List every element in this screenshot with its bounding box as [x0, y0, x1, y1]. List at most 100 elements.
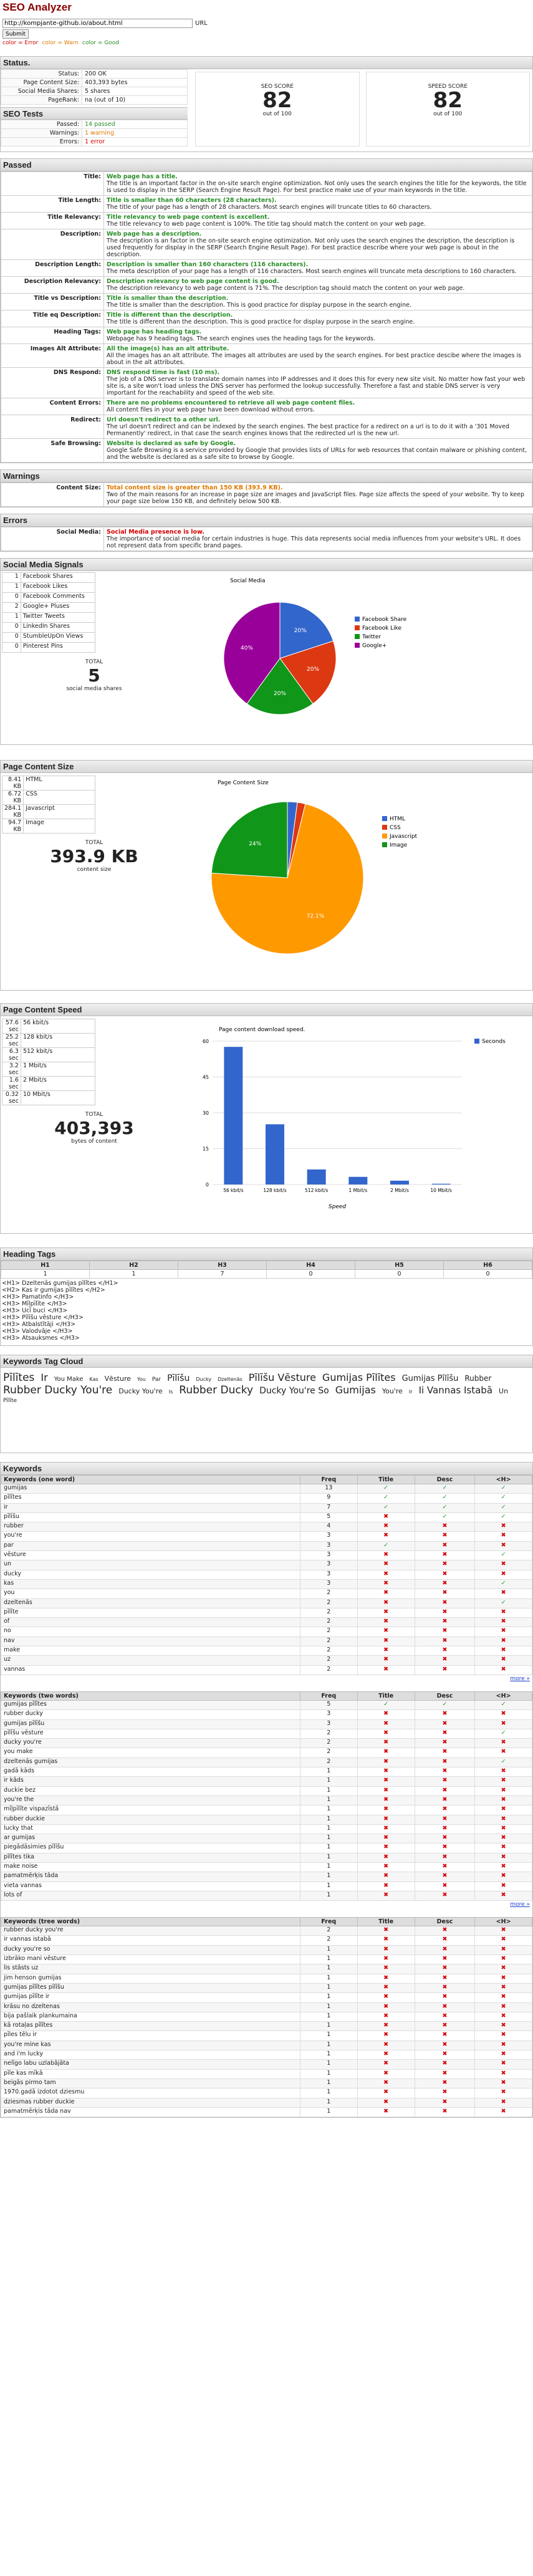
social-list-label: Google+ Pluses: [20, 602, 96, 613]
tag-cloud-word[interactable]: Pīlīte: [3, 1398, 17, 1405]
content_size-list-row: 8.41 KB HTML: [1, 776, 95, 791]
tag-cloud-word[interactable]: Gumijas Pīlīšu: [402, 1374, 459, 1384]
tag-cloud-word[interactable]: Gumijas Pīlītes: [322, 1372, 396, 1383]
cross-icon: ✖: [414, 1795, 476, 1806]
keywords-row: you're 3 ✖ ✖ ✖: [1, 1531, 532, 1542]
cross-icon: ✖: [414, 1944, 476, 1956]
legend-label: CSS: [390, 825, 401, 831]
tag-cloud-word[interactable]: Vēsture: [105, 1375, 131, 1383]
keyword-text: bija pašlaik plankumaina: [1, 2011, 300, 2022]
legend-swatch: [355, 634, 360, 639]
passed-detail: Description relevancy to web page conten…: [103, 276, 532, 294]
tag-cloud-word[interactable]: Is: [169, 1389, 173, 1395]
tag-cloud-word[interactable]: Ir: [41, 1372, 47, 1383]
tag-cloud-word[interactable]: Rubber: [464, 1374, 491, 1383]
keyword-text: dziesmas rubber duckie: [1, 2097, 300, 2108]
cross-icon: ✖: [414, 1531, 476, 1542]
heading-tag-col: H5: [355, 1261, 444, 1270]
tag-cloud-word[interactable]: Un: [499, 1387, 508, 1395]
keywords-row: lots of 1 ✖ ✖ ✖: [1, 1890, 532, 1901]
keywords-row: gadā kāds 1 ✖ ✖ ✖: [1, 1767, 532, 1777]
content-speed-section: Page Content Speed 57.6 sec 56 kbit/s 25.2…: [0, 1003, 533, 1234]
cross-icon: ✖: [474, 2050, 532, 2060]
passed-result-description: The title of your page has a length of 2…: [107, 204, 432, 211]
keywords-header-cell: Freq: [300, 1475, 358, 1484]
keywords-row: uz 2 ✖ ✖ ✖: [1, 1655, 532, 1666]
social-list-label: Facebook Comments: [20, 592, 96, 603]
keywords-heading: Keywords: [1, 1463, 532, 1475]
heading-tag-item: <H3> Ucī buci </H3>: [2, 1307, 68, 1314]
keyword-frequency: 1: [300, 2040, 358, 2051]
content_size-list-value: 94.7 KB: [1, 819, 24, 834]
tag-cloud-word[interactable]: Rubber Ducky: [179, 1384, 253, 1396]
tag-cloud-word[interactable]: Ir: [409, 1389, 413, 1395]
keyword-text: dzeltenās gumijas: [1, 1757, 300, 1768]
passed-key: Title vs Description:: [1, 293, 104, 310]
heading-tag-count: 1: [1, 1269, 90, 1279]
keywords-two-more-link[interactable]: more »: [1, 1901, 532, 1908]
tag-cloud-word[interactable]: You: [137, 1377, 146, 1383]
keyword-frequency: 1: [300, 1776, 358, 1787]
keywords-header-row: Keywords (tree words) Freq Title Desc <H>: [1, 1917, 532, 1927]
status-row: Page Content Size: 403,393 bytes: [1, 78, 188, 87]
tag-cloud-word[interactable]: You're: [382, 1387, 403, 1395]
tag-cloud-word[interactable]: Ii Vannas Istabā: [419, 1385, 492, 1396]
cross-icon: ✖: [474, 1627, 532, 1637]
keyword-text: make: [1, 1646, 300, 1656]
keyword-text: par: [1, 1540, 300, 1552]
y-tick-label: 60: [203, 1039, 209, 1044]
tag-cloud-word[interactable]: Pīlīšu: [167, 1373, 190, 1384]
keywords-row: pīlīte 2 ✖ ✖ ✖: [1, 1607, 532, 1618]
passed-detail: Web page has a description. The descripti…: [103, 229, 532, 260]
content-size-total: TOTAL 393.9 KB content size: [1, 840, 188, 873]
keyword-text: ir: [1, 1502, 300, 1513]
passed-row: Safe Browsing: Website is declared as saf…: [1, 438, 532, 463]
y-tick-label: 15: [203, 1146, 209, 1152]
cross-icon: ✖: [357, 2078, 415, 2089]
cross-icon: ✖: [357, 1636, 415, 1647]
tag-cloud-word[interactable]: Ducky: [196, 1377, 211, 1383]
keywords-row: gumijas pīlītes pīlīšu 1 ✖ ✖ ✖: [1, 1982, 532, 1994]
cross-icon: ✖: [357, 2031, 415, 2041]
tag-cloud-word[interactable]: Pīlītes: [3, 1372, 34, 1384]
tag-cloud-word[interactable]: Ducky You're So: [259, 1386, 329, 1396]
social-list-value: 1: [2, 582, 21, 593]
legend-label: Image: [390, 842, 408, 848]
keywords-row: pamatmērķis tāda 1 ✖ ✖ ✖: [1, 1872, 532, 1882]
keywords-row: beigās pirmo tam 1 ✖ ✖ ✖: [1, 2078, 532, 2089]
heading-tag-col: H1: [1, 1261, 90, 1270]
tag-cloud-word[interactable]: Kas: [89, 1377, 98, 1383]
cross-icon: ✖: [357, 1824, 415, 1835]
passed-detail: Description is smaller than 160 characte…: [103, 259, 532, 277]
speed-score-value: 82: [433, 88, 463, 113]
keyword-text: you're: [1, 1531, 300, 1542]
cross-icon: ✖: [357, 1944, 415, 1956]
cross-icon: ✖: [474, 2059, 532, 2070]
url-input[interactable]: [2, 19, 193, 28]
passed-key: Title Relevancy:: [1, 212, 104, 229]
cross-icon: ✖: [474, 1617, 532, 1628]
passed-row: DNS Respond: DNS respond time is fast (10…: [1, 367, 532, 398]
keywords-one-more-link[interactable]: more »: [1, 1675, 532, 1683]
tag-cloud-word[interactable]: Rubber Ducky You're: [3, 1384, 112, 1396]
tag-cloud-word[interactable]: Ducky You're: [118, 1387, 163, 1395]
cross-icon: ✖: [474, 1833, 532, 1844]
content_size-list-row: 94.7 KB Image: [1, 819, 95, 834]
content_speed-list-label: 2 Mbit/s: [20, 1076, 96, 1091]
submit-button[interactable]: Submit: [2, 29, 29, 39]
tag-cloud-word[interactable]: Dzeltenās: [218, 1377, 242, 1383]
content_speed-list-value: 25.2 sec: [2, 1033, 21, 1048]
tag-cloud-word[interactable]: Gumijas: [335, 1384, 376, 1396]
keyword-text: pīlīte: [1, 1607, 300, 1618]
passed-key: Title Length:: [1, 195, 104, 213]
cross-icon: ✖: [357, 1531, 415, 1542]
tag-cloud-word[interactable]: Par: [152, 1377, 161, 1383]
keyword-text: pamatmērķis tāda nav: [1, 2107, 300, 2118]
tag-cloud-word[interactable]: Pīlīšu Vēsture: [249, 1372, 316, 1383]
keywords-row: dzeltenās gumijas 2 ✖ ✖ ✓: [1, 1757, 532, 1768]
content_size-list-label: Image: [23, 819, 95, 834]
seo-test-value: 1 warning: [82, 128, 188, 138]
keywords-row: pīlītes tika 1 ✖ ✖ ✖: [1, 1852, 532, 1863]
tag-cloud-word[interactable]: You Make: [54, 1376, 84, 1383]
social-heading: Social Media Signals: [1, 559, 532, 571]
